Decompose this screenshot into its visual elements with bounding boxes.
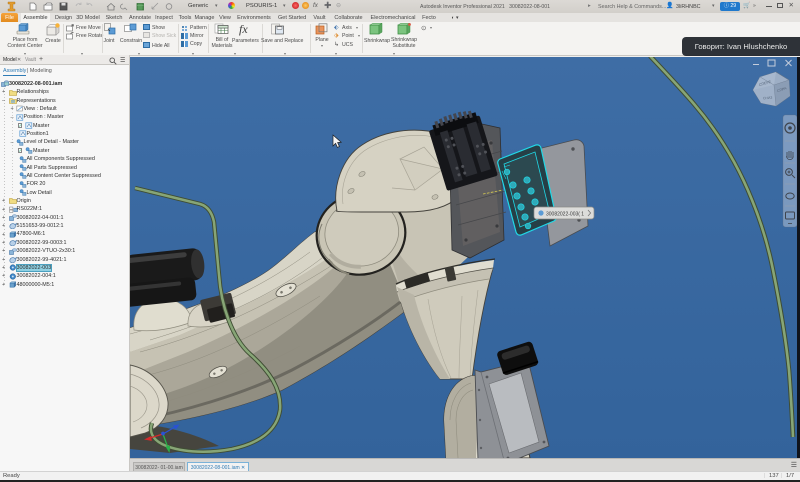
svg-text:СНИЗ: СНИЗ — [763, 96, 773, 101]
svg-text:30082022-003( 1: 30082022-003( 1 — [546, 211, 584, 217]
